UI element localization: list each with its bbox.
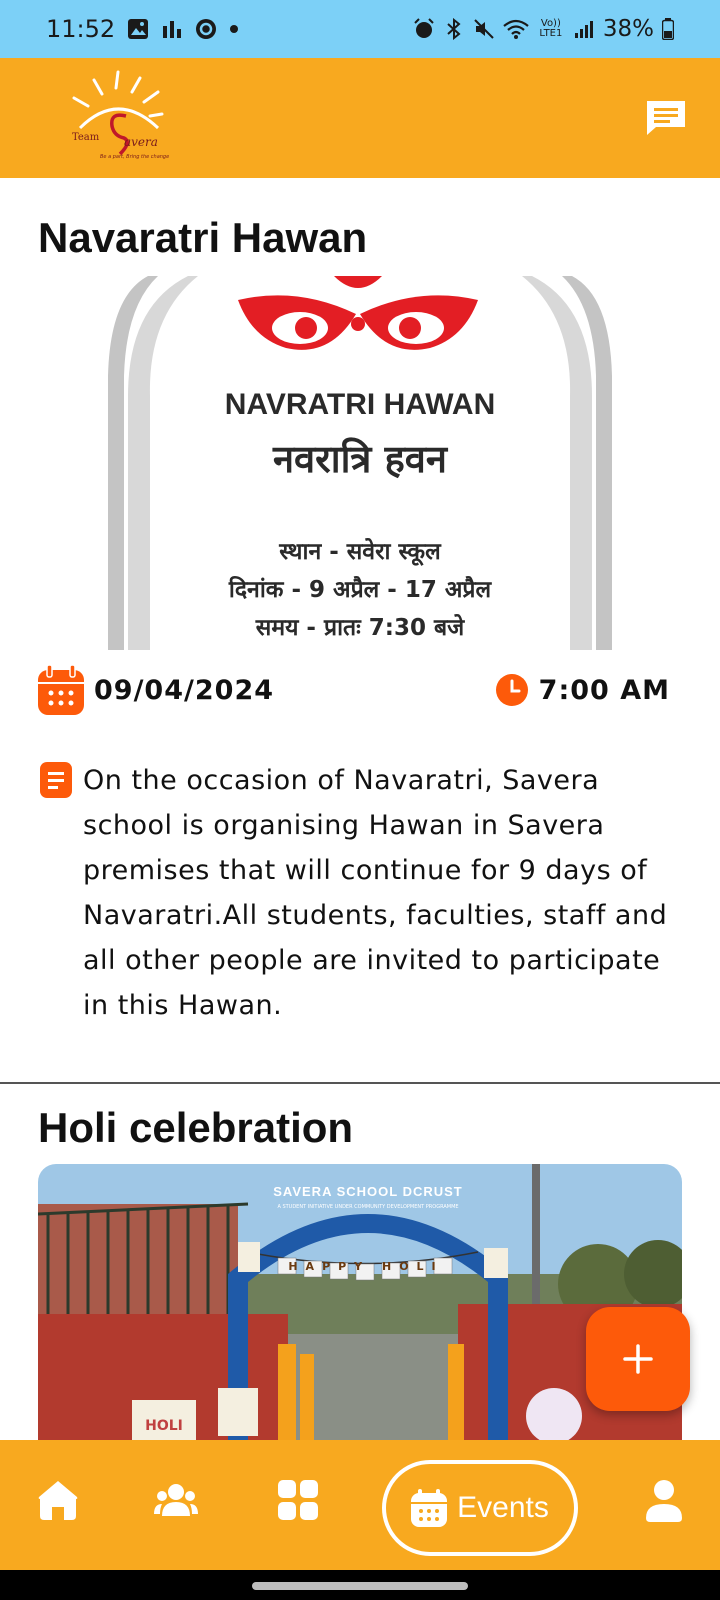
event-description: On the occasion of Navaratri, Savera sch…: [38, 758, 688, 1034]
battery-icon: [662, 18, 674, 40]
chat-icon[interactable]: [644, 98, 688, 138]
profile-icon[interactable]: [642, 1478, 686, 1522]
event-photo-image[interactable]: SAVERA SCHOOL DCRUST A STUDENT INITIATIV…: [38, 1164, 682, 1440]
status-bar: 11:52 Vo)) LTE1 38%: [0, 0, 720, 58]
svg-text:avera: avera: [124, 135, 158, 149]
mute-icon: [474, 19, 494, 39]
nav-events-tab[interactable]: Events: [382, 1460, 578, 1556]
gallery-icon: [128, 19, 149, 39]
holi-arch-text: SAVERA SCHOOL DCRUST: [273, 1184, 463, 1199]
poster-heading-english: NAVRATRI HAWAN: [224, 388, 496, 421]
document-icon: [40, 762, 72, 798]
bottom-nav: Events: [0, 1440, 720, 1570]
signal-icon: [574, 21, 593, 38]
event-time-text: 7:00 AM: [538, 674, 670, 706]
alarm-icon: [414, 18, 434, 38]
poster-venue: स्थान - सवेरा स्कूल: [279, 539, 441, 565]
nav-events-label: Events: [457, 1491, 549, 1524]
poster-dates: दिनांक - 9 अप्रैल - 17 अप्रैल: [228, 577, 492, 603]
add-event-button[interactable]: [586, 1307, 690, 1411]
poster-heading-hindi: नवरात्रि हवन: [272, 437, 448, 481]
event-description-text: On the occasion of Navaratri, Savera sch…: [83, 765, 668, 1021]
event-title: Holi celebration: [38, 1104, 354, 1151]
dashboard-icon[interactable]: [276, 1478, 320, 1522]
event-date-text: 09/04/2024: [94, 674, 275, 706]
event-time: 7:00 AM: [495, 673, 670, 707]
event-date: 09/04/2024: [38, 665, 274, 715]
event-title: Navaratri Hawan: [38, 214, 368, 261]
holi-arch-subtext: A STUDENT INITIATIVE UNDER COMMUNITY DEV…: [277, 1204, 459, 1210]
poster-time: समय - प्रातः 7:30 बजे: [255, 615, 465, 641]
system-gesture-bar: [0, 1570, 720, 1600]
dot-icon: [230, 25, 239, 33]
events-icon: [411, 1489, 448, 1527]
app-header: Team avera Be a part, Bring the change: [0, 58, 720, 178]
svg-text:Be a part, Bring the change: Be a part, Bring the change: [100, 154, 169, 160]
home-indicator[interactable]: [252, 1582, 468, 1590]
stats-icon: [163, 21, 182, 38]
home-icon[interactable]: [36, 1478, 80, 1522]
event-meta-row: 09/04/2024 7:00 AM: [38, 664, 682, 716]
team-savera-logo[interactable]: Team avera Be a part, Bring the change: [58, 70, 178, 166]
app-notification-icon: [196, 19, 217, 39]
bluetooth-icon: [447, 18, 461, 40]
holi-sign-text: HOLI: [145, 1418, 183, 1434]
clock-icon: [495, 674, 528, 706]
network-type: Vo)) LTE1: [539, 18, 563, 39]
status-time: 11:52: [46, 15, 116, 43]
events-feed[interactable]: Navaratri Hawan NAVRATRI HAWAN नवरात्रि …: [0, 178, 720, 1440]
event-poster-image[interactable]: NAVRATRI HAWAN नवरात्रि हवन स्थान - सवेर…: [38, 276, 682, 650]
event-divider: [0, 1082, 720, 1084]
battery-percent: 38%: [602, 16, 654, 42]
community-icon[interactable]: [154, 1478, 198, 1522]
plus-icon: [623, 1344, 653, 1374]
holi-banner-text: HAPPY HOLI: [288, 1260, 444, 1273]
svg-text:Team: Team: [72, 132, 100, 143]
calendar-icon: [38, 665, 84, 715]
wifi-icon: [503, 19, 529, 39]
